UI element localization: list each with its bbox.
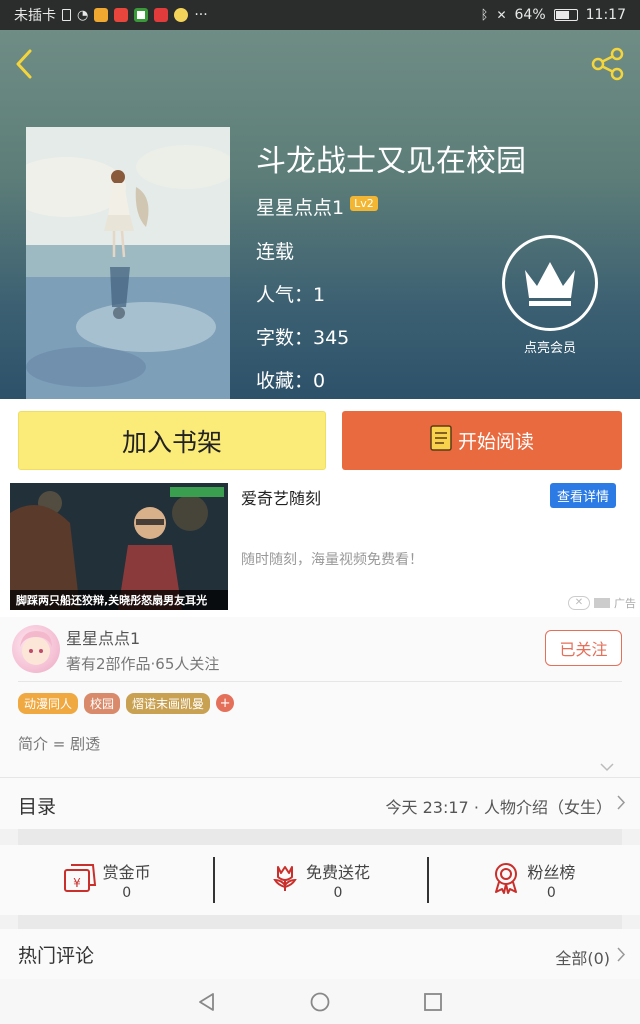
book-intro: 简介 = 剧透	[18, 735, 101, 753]
divider	[18, 681, 622, 682]
nav-back-icon[interactable]	[193, 988, 221, 1016]
favorites-count: 收藏：0	[256, 370, 326, 392]
back-icon[interactable]	[10, 46, 38, 82]
clock: 11:17	[585, 7, 626, 23]
book-title: 斗龙战士又见在校园	[256, 144, 526, 179]
ad-title[interactable]: 爱奇艺随刻	[241, 485, 321, 509]
reward-coins[interactable]: ¥ 赏金币 0	[0, 845, 213, 915]
chevron-down-icon[interactable]	[600, 757, 614, 776]
reward-label: 赏金币	[102, 863, 151, 882]
bluetooth-icon: ᛒ	[480, 7, 489, 23]
start-reading-button[interactable]: 开始阅读	[342, 411, 622, 470]
battery-percent: 64%	[514, 7, 546, 23]
battery-icon	[553, 9, 578, 21]
system-nav-bar	[0, 979, 640, 1024]
book-cover[interactable]	[26, 127, 230, 399]
author-name[interactable]: 星星点点1	[256, 193, 344, 220]
app-notification-icon	[154, 8, 169, 22]
reward-count: 0	[333, 885, 343, 901]
close-icon[interactable]: ✕	[568, 596, 590, 610]
tag-item[interactable]: 校园	[84, 693, 121, 714]
hot-comments-row[interactable]: 热门评论 全部(0)	[0, 929, 640, 979]
reward-label: 免费送花	[305, 863, 370, 882]
tag-item[interactable]: 熠诺末画凯曼	[126, 693, 211, 714]
crown-icon	[502, 235, 598, 331]
status-bar: 未插卡 ◔ ··· ᛒ ✕ 64% 11:17	[0, 0, 640, 30]
add-to-shelf-button[interactable]: 加入书架	[18, 411, 326, 470]
app-notification-icon	[174, 8, 189, 22]
add-tag-button[interactable]: +	[216, 694, 235, 712]
ad-image[interactable]: 脚踩两只船还狡辩,关晓彤怒扇男友耳光	[10, 483, 228, 610]
reward-label: 粉丝榜	[527, 863, 576, 882]
avatar[interactable]	[12, 625, 60, 673]
reward-row: ¥ 赏金币 0 免费送花 0 粉丝榜 0	[0, 845, 640, 915]
follow-button[interactable]: 已关注	[545, 630, 622, 666]
nav-home-icon[interactable]	[306, 988, 334, 1016]
reward-count: 0	[122, 885, 132, 901]
app-notification-icon	[134, 8, 149, 22]
svg-text:¥: ¥	[73, 876, 81, 890]
medal-icon	[491, 862, 521, 898]
start-reading-label: 开始阅读	[457, 431, 534, 453]
coin-envelope-icon: ¥	[63, 863, 97, 897]
reward-fans[interactable]: 粉丝榜 0	[426, 845, 640, 915]
action-bar: 加入书架 开始阅读	[0, 399, 640, 483]
share-icon[interactable]	[590, 46, 626, 82]
all-comments-link[interactable]: 全部(0)	[555, 945, 610, 969]
ad-source-icon	[594, 598, 610, 608]
wifi-icon: ◔	[77, 7, 89, 23]
chevron-right-icon	[617, 795, 626, 814]
author-stats: 著有2部作品·65人关注	[66, 655, 220, 673]
table-of-contents-row[interactable]: 目录 今天 23:17 · 人物介绍（女生）	[0, 777, 640, 829]
book-icon	[430, 425, 452, 456]
nav-recents-icon[interactable]	[419, 988, 447, 1016]
serial-status: 连载	[256, 241, 295, 263]
ad-label: 广告	[614, 597, 636, 610]
tag-item[interactable]: 动漫同人	[18, 693, 79, 714]
reward-flowers[interactable]: 免费送花 0	[213, 845, 426, 915]
book-header: 斗龙战士又见在校园 星星点点1 Lv2 连载 人气：1 字数：345 收藏：0 …	[0, 30, 640, 399]
ad-caption: 脚踩两只船还狡辩,关晓彤怒扇男友耳光	[10, 590, 228, 610]
more-notifications-icon: ···	[194, 7, 208, 23]
vip-label: 点亮会员	[523, 341, 576, 356]
hot-comments-label: 热门评论	[18, 945, 95, 967]
toc-label: 目录	[18, 796, 57, 818]
section-divider	[18, 915, 622, 929]
reward-count: 0	[546, 885, 556, 901]
level-badge: Lv2	[350, 196, 378, 211]
app-notification-icon	[114, 8, 129, 22]
sim-icon	[62, 9, 71, 21]
ad-tag: ✕ 广告	[568, 595, 636, 611]
word-count: 字数：345	[256, 327, 350, 349]
section-divider	[18, 829, 622, 845]
ad-description: 随时随刻，海量视频免费看！	[241, 552, 423, 568]
flower-icon	[270, 863, 300, 897]
author-card-name[interactable]: 星星点点1	[66, 625, 140, 649]
author-card: 星星点点1 著有2部作品·65人关注 已关注 动漫同人 校园 熠诺末画凯曼 + …	[0, 617, 640, 777]
ad-detail-button[interactable]: 查看详情	[550, 483, 617, 508]
popularity-count: 人气：1	[256, 284, 326, 306]
tag-list: 动漫同人 校园 熠诺末画凯曼 +	[18, 693, 235, 714]
app-notification-icon	[94, 8, 109, 22]
carrier-text: 未插卡	[14, 8, 56, 24]
latest-chapter: 今天 23:17 · 人物介绍（女生）	[385, 798, 612, 817]
chevron-right-icon	[617, 947, 626, 966]
vip-button[interactable]: 点亮会员	[500, 235, 600, 356]
silent-icon: ✕	[496, 8, 507, 22]
author-row[interactable]: 星星点点1 Lv2	[256, 193, 378, 220]
ad-banner[interactable]: 脚踩两只船还狡辩,关晓彤怒扇男友耳光 爱奇艺随刻 查看详情 随时随刻，海量视频免…	[0, 483, 640, 617]
